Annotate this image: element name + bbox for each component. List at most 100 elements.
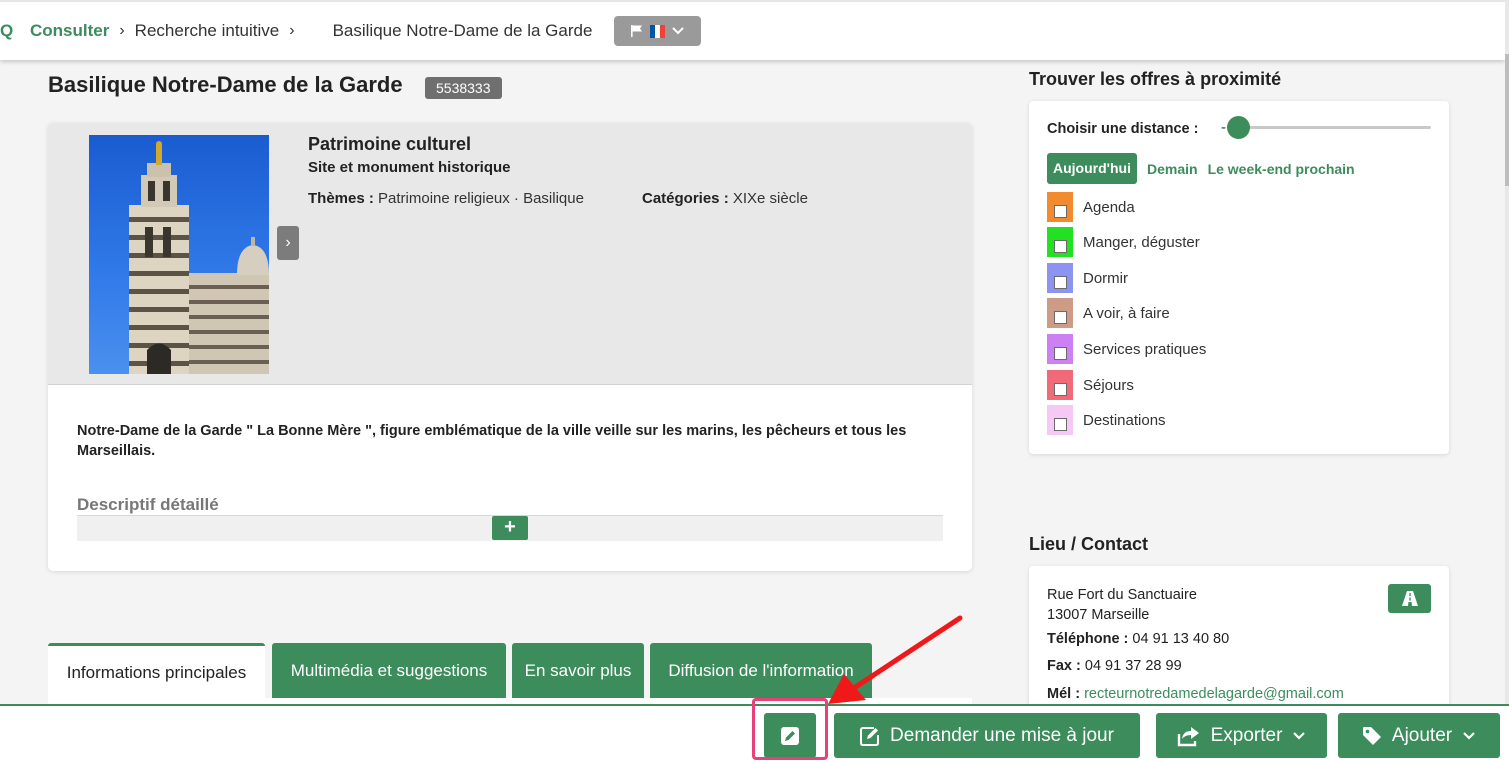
chevron-down-icon	[672, 27, 685, 35]
scrollbar[interactable]	[1505, 0, 1509, 763]
directions-button[interactable]	[1388, 584, 1431, 613]
contact-title: Lieu / Contact	[1029, 534, 1149, 554]
offer-categories: Catégories : XIXe siècle	[642, 190, 808, 207]
chevron-right-icon: ›	[119, 22, 125, 39]
top-bar: Q Consulter › Recherche intuitive › Basi…	[0, 0, 1505, 60]
color-swatch	[1047, 192, 1073, 222]
date-weekend-link[interactable]: Le week-end prochain	[1208, 161, 1355, 177]
expand-description-button[interactable]: +	[492, 516, 528, 540]
mail-link[interactable]: recteurnotredamedelagarde@gmail.com	[1084, 686, 1344, 702]
fax-label: Fax :	[1047, 658, 1081, 674]
offer-subcategory: Site et monument historique	[308, 159, 511, 176]
tab-informations-principales[interactable]: Informations principales	[48, 643, 265, 699]
themes-label: Thèmes :	[308, 190, 374, 207]
detailed-description-title: Descriptif détaillé	[77, 495, 219, 514]
filter-a-voir[interactable]: A voir, à faire	[1047, 298, 1427, 328]
request-update-label: Demander une mise à jour	[890, 724, 1114, 746]
categories-value: XIXe siècle	[732, 190, 808, 207]
request-update-button[interactable]: Demander une mise à jour	[834, 713, 1140, 758]
distance-slider-track[interactable]	[1227, 126, 1431, 129]
categories-label: Catégories :	[642, 190, 729, 207]
filter-label: Manger, déguster	[1083, 233, 1200, 251]
filter-label: A voir, à faire	[1083, 304, 1170, 322]
add-label: Ajouter	[1391, 724, 1453, 746]
french-flag-icon	[650, 24, 666, 38]
edit-icon	[860, 726, 880, 746]
breadcrumb-consulter-link[interactable]: Consulter	[30, 21, 109, 41]
phone-value[interactable]: 04 91 13 40 80	[1132, 631, 1229, 647]
filter-label: Services pratiques	[1083, 340, 1207, 358]
tag-icon	[1362, 726, 1381, 745]
flag-icon	[631, 25, 643, 37]
fax-line: Fax : 04 91 37 28 99	[1047, 658, 1182, 674]
filter-label: Agenda	[1083, 198, 1135, 216]
search-icon[interactable]: Q	[0, 21, 18, 41]
fax-value: 04 91 37 28 99	[1084, 658, 1182, 674]
color-swatch	[1047, 298, 1073, 328]
checkbox[interactable]	[1053, 204, 1067, 218]
page-title: Basilique Notre-Dame de la Garde	[48, 72, 403, 97]
mail-line: Mél : recteurnotredamedelagarde@gmail.co…	[1047, 686, 1344, 702]
phone-line: Téléphone : 04 91 13 40 80	[1047, 631, 1229, 647]
chevron-down-icon	[1463, 731, 1475, 740]
annotation-arrow-icon	[828, 615, 963, 704]
filter-manger[interactable]: Manger, déguster	[1047, 227, 1427, 257]
offer-card: › Patrimoine culturel Site et monument h…	[48, 123, 972, 571]
date-tomorrow-link[interactable]: Demain	[1147, 161, 1198, 177]
filter-services[interactable]: Services pratiques	[1047, 334, 1427, 364]
road-icon	[1401, 591, 1418, 606]
scrollbar-thumb[interactable]	[1505, 54, 1509, 186]
distance-label: Choisir une distance :	[1047, 121, 1199, 137]
themes-value: Patrimoine religieux · Basilique	[378, 190, 584, 207]
offer-photo[interactable]	[89, 135, 269, 374]
date-today-button[interactable]: Aujourd'hui	[1047, 153, 1137, 184]
chevron-right-icon: ›	[289, 22, 295, 39]
color-swatch	[1047, 263, 1073, 293]
offer-id-badge: 5538333	[425, 77, 502, 99]
checkbox[interactable]	[1053, 239, 1067, 253]
filter-label: Séjours	[1083, 376, 1134, 394]
language-selector[interactable]	[614, 16, 702, 46]
proximity-title: Trouver les offres à proximité	[1029, 69, 1282, 89]
color-swatch	[1047, 370, 1073, 400]
filter-destinations[interactable]: Destinations	[1047, 405, 1427, 435]
offer-category: Patrimoine culturel	[308, 134, 472, 154]
checkbox[interactable]	[1053, 382, 1067, 396]
filter-dormir[interactable]: Dormir	[1047, 263, 1427, 293]
offer-themes: Thèmes : Patrimoine religieux · Basiliqu…	[308, 190, 584, 207]
filter-agenda[interactable]: Agenda	[1047, 192, 1427, 222]
add-button[interactable]: Ajouter	[1338, 713, 1500, 758]
address-street: Rue Fort du Sanctuaire	[1047, 587, 1197, 603]
tab-multimedia[interactable]: Multimédia et suggestions	[272, 643, 506, 699]
export-label: Exporter	[1210, 724, 1283, 746]
share-icon	[1177, 726, 1199, 746]
breadcrumb: Q Consulter › Recherche intuitive › Basi…	[0, 21, 592, 41]
address: Rue Fort du Sanctuaire 13007 Marseille	[1047, 585, 1197, 625]
color-swatch	[1047, 227, 1073, 257]
breadcrumb-current: Basilique Notre-Dame de la Garde	[332, 21, 593, 40]
offer-card-header: › Patrimoine culturel Site et monument h…	[48, 123, 972, 385]
offer-description: Notre-Dame de la Garde " La Bonne Mère "…	[77, 423, 907, 459]
filter-label: Dormir	[1083, 269, 1128, 287]
proximity-panel: Choisir une distance : - Aujourd'hui Dem…	[1029, 101, 1449, 454]
contact-panel: Rue Fort du Sanctuaire 13007 Marseille T…	[1029, 566, 1449, 716]
checkbox[interactable]	[1053, 310, 1067, 324]
date-filter: Aujourd'hui Demain Le week-end prochain	[1047, 153, 1355, 184]
checkbox[interactable]	[1053, 346, 1067, 360]
checkbox[interactable]	[1053, 417, 1067, 431]
color-swatch	[1047, 334, 1073, 364]
filter-sejours[interactable]: Séjours	[1047, 370, 1427, 400]
mail-label: Mél :	[1047, 686, 1081, 702]
phone-label: Téléphone :	[1047, 631, 1129, 647]
distance-minus: -	[1221, 119, 1226, 136]
distance-slider-handle[interactable]	[1227, 116, 1250, 139]
chevron-down-icon	[1293, 731, 1306, 740]
tab-en-savoir-plus[interactable]: En savoir plus	[512, 643, 644, 699]
address-city: 13007 Marseille	[1047, 607, 1150, 623]
next-photo-button[interactable]: ›	[277, 226, 299, 260]
breadcrumb-recherche-link[interactable]: Recherche intuitive	[135, 21, 280, 41]
filter-label: Destinations	[1083, 411, 1166, 429]
color-swatch	[1047, 405, 1073, 435]
checkbox[interactable]	[1053, 275, 1067, 289]
export-button[interactable]: Exporter	[1156, 713, 1327, 758]
